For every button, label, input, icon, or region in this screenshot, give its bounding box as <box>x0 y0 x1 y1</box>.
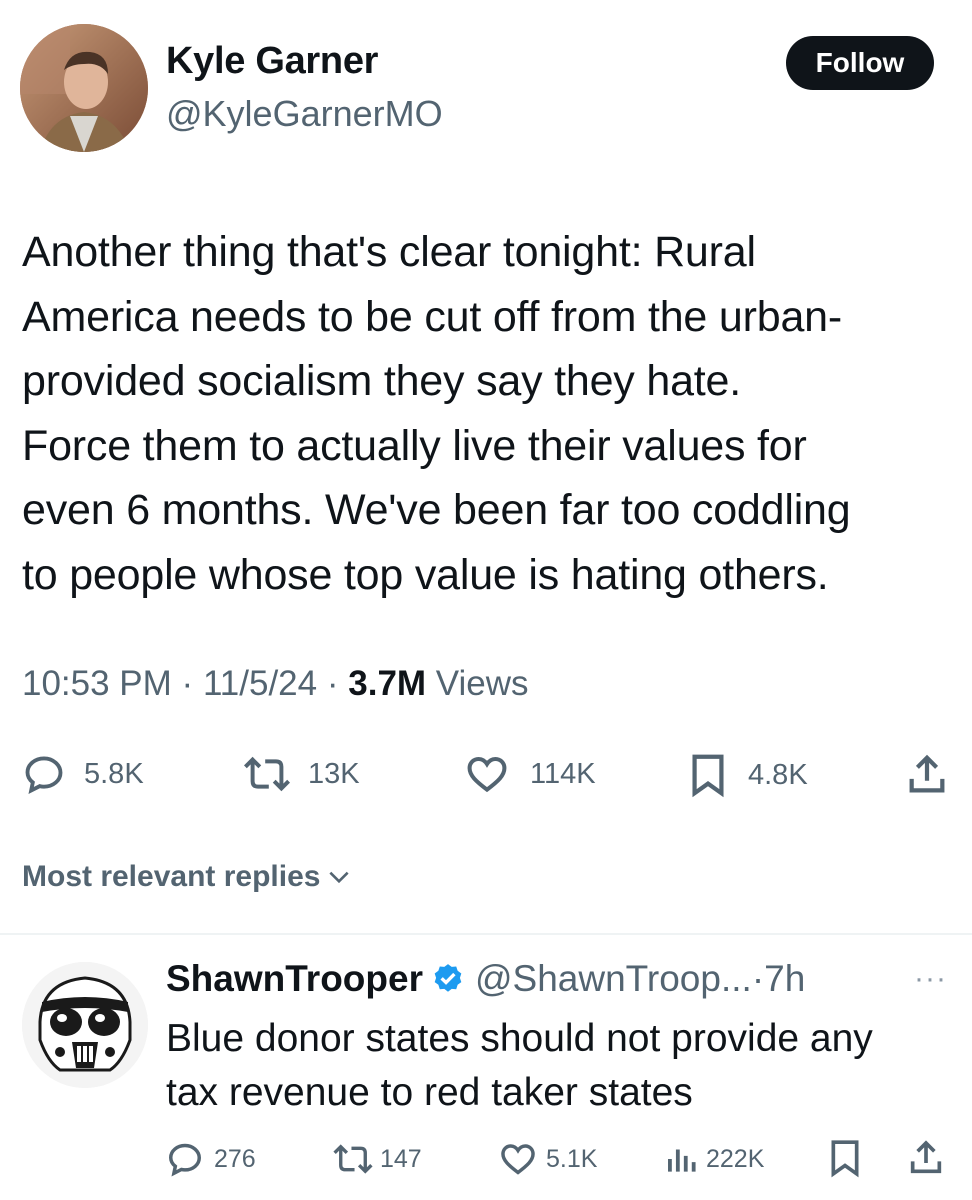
share-icon <box>909 754 945 793</box>
tweet-text: Another thing that's clear tonight: Rura… <box>22 228 851 599</box>
reply-header: ShawnTrooper @ShawnTroop... · 7h <box>166 958 805 1000</box>
bookmark-count: 4.8K <box>748 758 808 791</box>
more-options-icon[interactable]: ··· <box>914 962 947 996</box>
reply-repost-button[interactable]: 147 <box>330 1140 422 1178</box>
reply-button[interactable]: 5.8K <box>22 752 144 796</box>
reply-author-handle[interactable]: @ShawnTroop... <box>475 958 752 1000</box>
chevron-down-icon <box>329 871 350 884</box>
tweet-meta: 10:53 PM · 11/5/24 · 3.7M Views <box>22 664 529 704</box>
like-button[interactable]: 114K <box>464 752 596 796</box>
reply-avatar[interactable] <box>22 962 148 1088</box>
reply-views-button[interactable]: 222K <box>664 1140 764 1178</box>
reply-text: Blue donor states should not provide any… <box>166 1017 873 1114</box>
repost-button[interactable]: 13K <box>240 752 360 796</box>
tweet-date[interactable]: 11/5/24 <box>203 664 317 703</box>
follow-button[interactable]: Follow <box>786 36 934 90</box>
bookmark-button[interactable]: 4.8K <box>688 752 808 798</box>
repost-icon <box>333 1144 373 1174</box>
reply-icon <box>25 756 63 795</box>
like-count: 114K <box>530 757 596 790</box>
views-label: Views <box>435 664 529 703</box>
reply-like-button[interactable]: 5.1K <box>498 1140 597 1178</box>
heart-icon <box>467 756 507 793</box>
views-count: 3.7M <box>348 664 427 703</box>
reply-count: 5.8K <box>84 757 144 790</box>
reply-reply-count: 276 <box>214 1144 256 1173</box>
reply-like-count: 5.1K <box>546 1144 598 1173</box>
tweet-time[interactable]: 10:53 PM <box>22 664 172 703</box>
divider <box>0 933 972 935</box>
share-icon <box>910 1140 942 1174</box>
reply-author-name[interactable]: ShawnTrooper <box>166 958 423 1000</box>
verified-badge-icon <box>434 964 462 992</box>
reply-views-count: 222K <box>706 1144 765 1173</box>
bookmark-icon <box>692 754 724 798</box>
meta-separator: · <box>181 664 203 703</box>
meta-separator: · <box>326 664 349 703</box>
stormtrooper-avatar-image <box>22 962 148 1088</box>
repost-count: 13K <box>308 757 360 790</box>
replies-sort-dropdown[interactable]: Most relevant replies <box>22 860 352 894</box>
reply-repost-count: 147 <box>380 1144 422 1173</box>
reply-icon <box>169 1143 201 1177</box>
share-button[interactable] <box>904 752 950 798</box>
reply-reply-button[interactable]: 276 <box>166 1140 256 1178</box>
reply-bookmark-button[interactable] <box>828 1138 862 1178</box>
heart-icon <box>501 1144 535 1175</box>
author-name[interactable]: Kyle Garner <box>166 40 378 83</box>
author-avatar[interactable] <box>20 24 148 152</box>
analytics-icon <box>668 1149 696 1172</box>
replies-sort-label: Most relevant replies <box>22 860 321 893</box>
author-handle[interactable]: @KyleGarnerMO <box>166 93 443 135</box>
bookmark-icon <box>831 1140 859 1178</box>
repost-icon <box>243 756 291 792</box>
meta-separator: · <box>751 958 765 999</box>
avatar-photo <box>20 24 148 152</box>
reply-share-button[interactable] <box>906 1138 946 1178</box>
reply-time[interactable]: 7h <box>764 958 805 1000</box>
